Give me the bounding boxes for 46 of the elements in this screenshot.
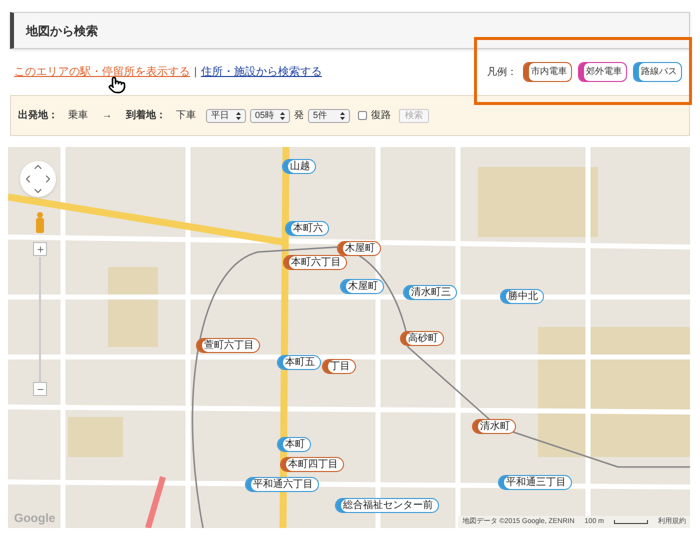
updown-arrows-icon [236, 112, 241, 120]
pointer-icon [108, 75, 126, 95]
legend-tag: 路線バス [633, 62, 682, 82]
zoom-in-button[interactable] [33, 242, 47, 256]
updown-arrows-icon [340, 112, 345, 120]
station-marker[interactable]: 清水町三 [403, 285, 457, 300]
nav-link[interactable]: このエリアの駅・停留所を表示する [14, 64, 190, 80]
station-marker[interactable]: 総合福祉センター前 [335, 498, 439, 513]
scale-bar [614, 520, 648, 524]
return-checkbox[interactable] [358, 111, 367, 120]
station-marker[interactable]: 勝中北 [500, 289, 544, 304]
link-separator: | [194, 64, 197, 80]
station-marker[interactable]: 木屋町 [340, 279, 384, 294]
station-marker[interactable]: 山越 [282, 159, 316, 174]
plus-icon [36, 244, 44, 254]
nav-link[interactable]: 住所・施設から検索する [200, 64, 322, 80]
from-value: 乗車 [68, 108, 88, 123]
to-label: 到着地： [126, 108, 166, 123]
station-marker[interactable]: 本町六 [285, 221, 329, 236]
depart-label: 発 [294, 109, 304, 123]
to-value: 下車 [176, 108, 196, 123]
pan-control[interactable] [20, 161, 56, 197]
station-marker[interactable]: 本町五 [277, 355, 321, 370]
from-label: 出発地： [18, 108, 58, 123]
arrow-text: → [101, 109, 113, 123]
return-label: 復路 [371, 109, 391, 123]
page-title: 地図から検索 [26, 22, 98, 40]
station-marker[interactable]: 本町 [277, 437, 311, 452]
legend-tag: 郊外電車 [578, 62, 627, 82]
hour-select[interactable]: 05時 [250, 108, 290, 122]
updown-arrows-icon [280, 112, 285, 120]
count-select[interactable]: 5件 [308, 108, 350, 122]
station-marker[interactable]: 平和通三丁目 [498, 475, 572, 490]
station-marker[interactable]: 本町六丁目 [283, 255, 347, 270]
legend-tag: 市内電車 [523, 62, 572, 82]
zoom-out-button[interactable] [33, 382, 47, 396]
station-marker[interactable]: 本町四丁目 [280, 457, 344, 472]
station-marker[interactable]: 高砂町 [400, 331, 444, 346]
station-marker[interactable]: 清水町 [472, 419, 516, 434]
day-select[interactable]: 平日 [206, 108, 246, 122]
station-marker[interactable]: 丁目 [322, 359, 356, 374]
google-logo: Google [14, 510, 56, 527]
legend-label: 凡例： [487, 66, 517, 80]
station-marker[interactable]: 萱町六丁目 [196, 338, 260, 353]
station-marker[interactable]: 木屋町 [337, 241, 381, 256]
station-marker[interactable]: 平和通六丁目 [245, 477, 319, 492]
